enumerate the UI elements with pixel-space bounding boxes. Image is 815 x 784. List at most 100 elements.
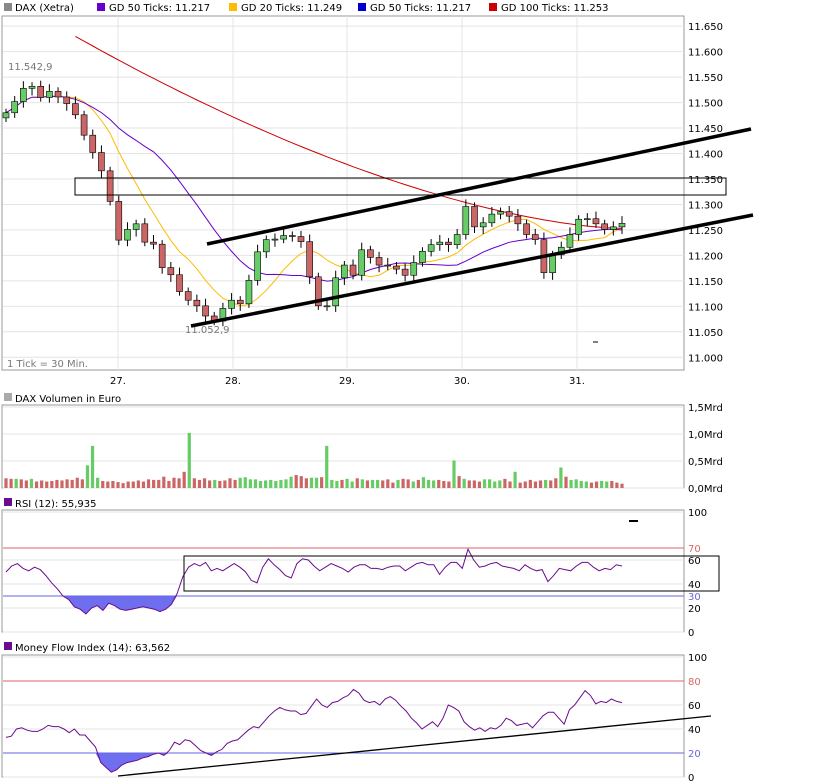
volume-bar [65, 479, 69, 488]
candle [349, 264, 357, 276]
candle [289, 235, 296, 237]
mfi-y-tick: 20 [688, 749, 701, 760]
candle [297, 236, 305, 242]
volume-bar [498, 480, 502, 488]
volume-bar [416, 479, 420, 488]
volume-bar [294, 475, 298, 488]
volume-bar [248, 479, 252, 488]
candle [132, 223, 140, 230]
price-y-tick: 11.050 [688, 328, 723, 339]
volume-bar [620, 483, 624, 488]
volume-bar [289, 476, 293, 488]
volume-bar [162, 476, 166, 488]
volume-bar [411, 481, 415, 488]
volume-bar [482, 479, 487, 488]
volume-title-swatch [4, 393, 12, 401]
price-y-axis: 11.650 11.600 11.550 11.500 11.450 11.400 11.3… [688, 22, 723, 364]
volume-bar [182, 471, 186, 488]
volume-bar [355, 478, 359, 488]
volume-bar [401, 478, 405, 488]
volume-bar [218, 480, 222, 488]
legend-swatch-gd50 [97, 3, 105, 11]
volume-bar [80, 479, 84, 488]
candle [610, 226, 617, 230]
rsi-title: RSI (12): 55,935 [15, 499, 97, 510]
volume-bar [238, 477, 242, 488]
candle [46, 91, 53, 98]
candle [150, 241, 157, 245]
candle [531, 234, 539, 240]
volume-y-tick: 0,5Mrd [688, 457, 723, 468]
candle [202, 305, 209, 317]
candle [37, 85, 45, 98]
price-y-tick: 11.650 [688, 22, 723, 33]
volume-bar [360, 479, 364, 488]
rsi-y-tick: 0 [688, 628, 694, 639]
candle [176, 274, 183, 292]
candle [367, 249, 374, 258]
volume-bar [615, 482, 619, 488]
candle [566, 234, 574, 248]
volume-bar [330, 479, 334, 488]
candle [271, 238, 279, 241]
candle [245, 280, 253, 305]
volume-bar [345, 478, 349, 488]
candle [54, 91, 62, 98]
volume-bar [477, 481, 482, 488]
legend-gd100: GD 100 Ticks: 11.253 [501, 3, 609, 14]
volume-bar [284, 479, 288, 488]
candle [445, 241, 452, 245]
price-y-tick: 11.100 [688, 302, 723, 313]
volume-bar [569, 479, 573, 488]
volume-bar [228, 478, 232, 488]
volume-bar [335, 480, 339, 488]
volume-bar [146, 479, 151, 488]
volume-bar [243, 477, 247, 488]
price-y-tick: 11.450 [688, 124, 723, 135]
volume-bar [192, 478, 196, 488]
candle [549, 254, 556, 274]
mfi-y-tick: 80 [688, 677, 701, 688]
volume-bar [610, 480, 614, 488]
candle [436, 241, 444, 245]
volume-bar [600, 480, 604, 488]
volume-bar [457, 476, 461, 488]
price-y-tick: 11.600 [688, 48, 723, 59]
volume-bar [406, 479, 410, 488]
candle [158, 243, 166, 268]
candle [462, 206, 470, 235]
price-y-tick: 11.350 [688, 175, 723, 186]
candle [98, 152, 105, 172]
volume-bar [34, 481, 39, 488]
candle [419, 251, 426, 263]
volume-bar [467, 480, 471, 488]
volume-bar [396, 479, 400, 488]
volume-bar [106, 481, 110, 488]
candle [523, 223, 530, 235]
volume-y-tick: 0,0Mrd [688, 484, 723, 495]
volume-y-tick: 1,0Mrd [688, 430, 723, 441]
candle [63, 96, 71, 104]
volume-bar [442, 480, 446, 488]
volume-bar [29, 478, 34, 488]
volume-bar [381, 480, 385, 488]
price-y-tick: 11.200 [688, 251, 723, 262]
rsi-y-tick: 40 [688, 580, 701, 591]
candle [401, 268, 409, 276]
candle [115, 201, 123, 241]
tick-note: 1 Tick = 30 Min. [7, 359, 88, 370]
x-tick-label: 31. [569, 376, 585, 387]
volume-bar [269, 479, 273, 488]
candle [332, 277, 339, 307]
mfi-title: Money Flow Index (14): 63,562 [15, 643, 170, 654]
volume-bar [213, 479, 217, 488]
candle [427, 244, 435, 252]
volume-bar [157, 479, 161, 488]
volume-bar [177, 478, 181, 488]
candle [11, 101, 18, 114]
volume-bar [528, 479, 532, 488]
candle [280, 235, 287, 240]
volume-bar [437, 479, 441, 488]
volume-bar [426, 479, 431, 488]
x-tick-label: 30. [454, 376, 470, 387]
